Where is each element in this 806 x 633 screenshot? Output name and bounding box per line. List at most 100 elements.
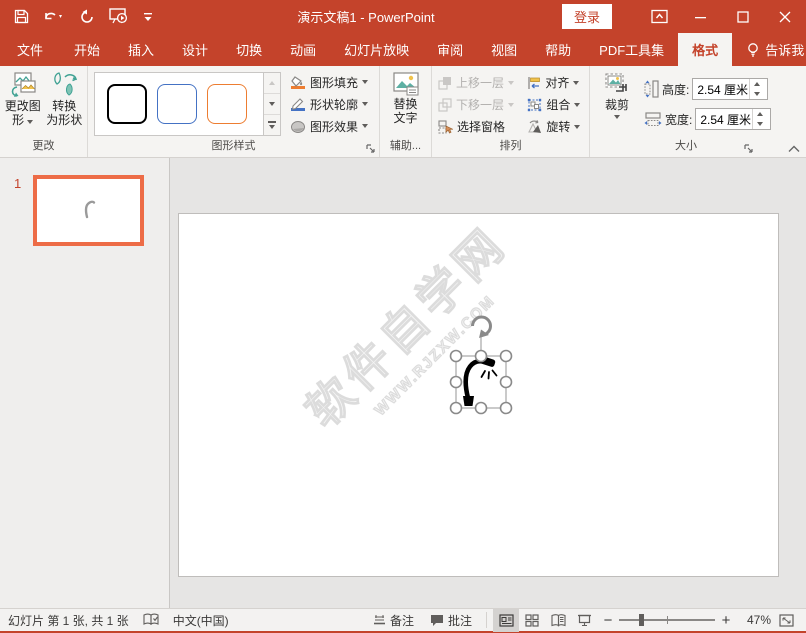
collapse-ribbon-icon[interactable]	[788, 145, 800, 153]
comments-button[interactable]: 批注	[422, 608, 480, 633]
zoom-slider[interactable]	[619, 619, 715, 621]
sizing-handles[interactable]	[451, 351, 512, 414]
zoom-slider-thumb[interactable]	[639, 614, 644, 626]
shape-effects-button[interactable]: 图形效果	[287, 115, 371, 137]
shape-effects-icon	[290, 119, 306, 134]
save-icon[interactable]	[14, 9, 29, 24]
customize-qat-icon[interactable]	[143, 12, 153, 22]
width-icon	[644, 112, 662, 127]
tab-view[interactable]: 视图	[477, 33, 531, 66]
crop-button[interactable]: 裁剪	[598, 69, 636, 139]
start-slideshow-icon[interactable]	[109, 8, 129, 25]
group-change: 更改图形 转换为形状 更改	[0, 66, 88, 157]
normal-view-button[interactable]	[493, 609, 519, 632]
slide-surface[interactable]: 软件自学网 WWW.RJZXW.COM	[178, 213, 779, 577]
shape-fill-label: 图形填充	[310, 74, 358, 91]
zoom-control: − +	[597, 612, 737, 629]
ribbon-display-options-icon[interactable]	[638, 0, 680, 33]
zoom-in-icon[interactable]: +	[721, 612, 731, 629]
group-objects-icon	[527, 98, 542, 112]
notes-button[interactable]: 备注	[365, 608, 422, 633]
minimize-button[interactable]	[680, 0, 722, 33]
bring-forward-icon	[438, 76, 452, 90]
style-swatch-blue-outline[interactable]	[157, 84, 197, 124]
style-swatch-black-outline[interactable]	[107, 84, 147, 124]
tab-format-active[interactable]: 格式	[678, 33, 732, 66]
quick-access-toolbar	[0, 8, 170, 25]
convert-to-shape-button[interactable]: 转换为形状	[45, 69, 85, 139]
redo-icon[interactable]	[79, 9, 95, 25]
slide-editing-area[interactable]: 软件自学网 WWW.RJZXW.COM	[170, 158, 806, 608]
change-graphic-button[interactable]: 更改图形	[3, 69, 43, 139]
align-icon	[527, 76, 541, 90]
comments-icon	[430, 614, 444, 627]
rotation-handle-icon[interactable]	[473, 317, 491, 338]
gallery-more-icon[interactable]	[264, 115, 280, 135]
close-button[interactable]	[764, 0, 806, 33]
slideshow-view-button[interactable]	[571, 609, 597, 632]
tell-me-button[interactable]: 告诉我	[732, 33, 806, 66]
tab-design[interactable]: 设计	[168, 33, 222, 66]
height-spin-up-icon[interactable]	[750, 79, 763, 89]
spell-check-icon[interactable]	[143, 613, 159, 627]
shape-fill-button[interactable]: 图形填充	[287, 71, 371, 93]
tab-pdf-tools[interactable]: PDF工具集	[585, 33, 678, 66]
tab-animations[interactable]: 动画	[276, 33, 330, 66]
rotate-label: 旋转	[546, 118, 570, 135]
style-swatch-orange-outline[interactable]	[207, 84, 247, 124]
group-button[interactable]: 组合	[524, 94, 586, 116]
shape-outline-button[interactable]: 形状轮廓	[287, 93, 371, 115]
status-bar: 幻灯片 第 1 张, 共 1 张 中文(中国) 备注 批注	[0, 608, 806, 633]
group-label-size: 大小	[590, 139, 782, 157]
size-dialog-launcher-icon[interactable]	[744, 144, 754, 154]
tab-review[interactable]: 审阅	[423, 33, 477, 66]
curve-shape[interactable]	[463, 356, 497, 406]
tab-slideshow[interactable]: 幻灯片放映	[330, 33, 423, 66]
zoom-out-icon[interactable]: −	[603, 612, 613, 629]
gallery-up-icon[interactable]	[264, 73, 280, 94]
comments-label: 批注	[448, 612, 472, 629]
gallery-scrollbar	[264, 72, 281, 136]
group-shape-styles: 图形填充 形状轮廓 图形效果	[88, 66, 380, 157]
group-arrange: 上移一层 下移一层 选择窗格	[432, 66, 590, 157]
reading-view-button[interactable]	[545, 609, 571, 632]
slide-number: 1	[14, 176, 21, 191]
maximize-button[interactable]	[722, 0, 764, 33]
send-backward-button: 下移一层	[435, 94, 522, 116]
alt-text-button[interactable]: 替换文字	[383, 69, 428, 139]
tab-file[interactable]: 文件	[0, 33, 60, 66]
alt-text-label: 替换	[393, 97, 417, 111]
selection-pane-button[interactable]: 选择窗格	[435, 116, 522, 138]
fit-to-window-icon[interactable]	[771, 608, 798, 633]
tab-insert[interactable]: 插入	[114, 33, 168, 66]
change-graphic-label: 更改图	[5, 99, 41, 113]
group-label-accessibility: 辅助...	[380, 139, 431, 157]
width-spin-down-icon[interactable]	[753, 119, 766, 129]
gallery-down-icon[interactable]	[264, 94, 280, 115]
slide-thumbnail-panel: 1	[0, 158, 170, 608]
group-accessibility: 替换文字 辅助...	[380, 66, 432, 157]
dialog-launcher-icon[interactable]	[366, 144, 376, 154]
width-input[interactable]	[696, 112, 752, 126]
title-bar: 演示文稿1 - PowerPoint 登录	[0, 0, 806, 33]
zoom-percentage[interactable]: 47%	[737, 613, 771, 627]
slide-sorter-view-button[interactable]	[519, 609, 545, 632]
height-spin-down-icon[interactable]	[750, 89, 763, 99]
slide-thumbnail[interactable]	[33, 175, 144, 246]
slide-counter[interactable]: 幻灯片 第 1 张, 共 1 张	[8, 612, 129, 629]
lightbulb-icon	[746, 42, 760, 58]
height-input[interactable]	[693, 82, 749, 96]
crop-icon	[602, 71, 632, 98]
language-indicator[interactable]: 中文(中国)	[173, 612, 229, 629]
width-spin-up-icon[interactable]	[753, 109, 766, 119]
tab-transitions[interactable]: 切换	[222, 33, 276, 66]
thumbnail-shape-preview	[37, 179, 140, 242]
rotate-button[interactable]: 旋转	[524, 116, 586, 138]
tab-help[interactable]: 帮助	[531, 33, 585, 66]
tab-home[interactable]: 开始	[60, 33, 114, 66]
sign-in-button[interactable]: 登录	[562, 4, 612, 29]
align-button[interactable]: 对齐	[524, 72, 586, 94]
rotate-icon	[527, 120, 542, 134]
notes-icon	[373, 614, 386, 626]
undo-icon[interactable]	[43, 9, 65, 24]
